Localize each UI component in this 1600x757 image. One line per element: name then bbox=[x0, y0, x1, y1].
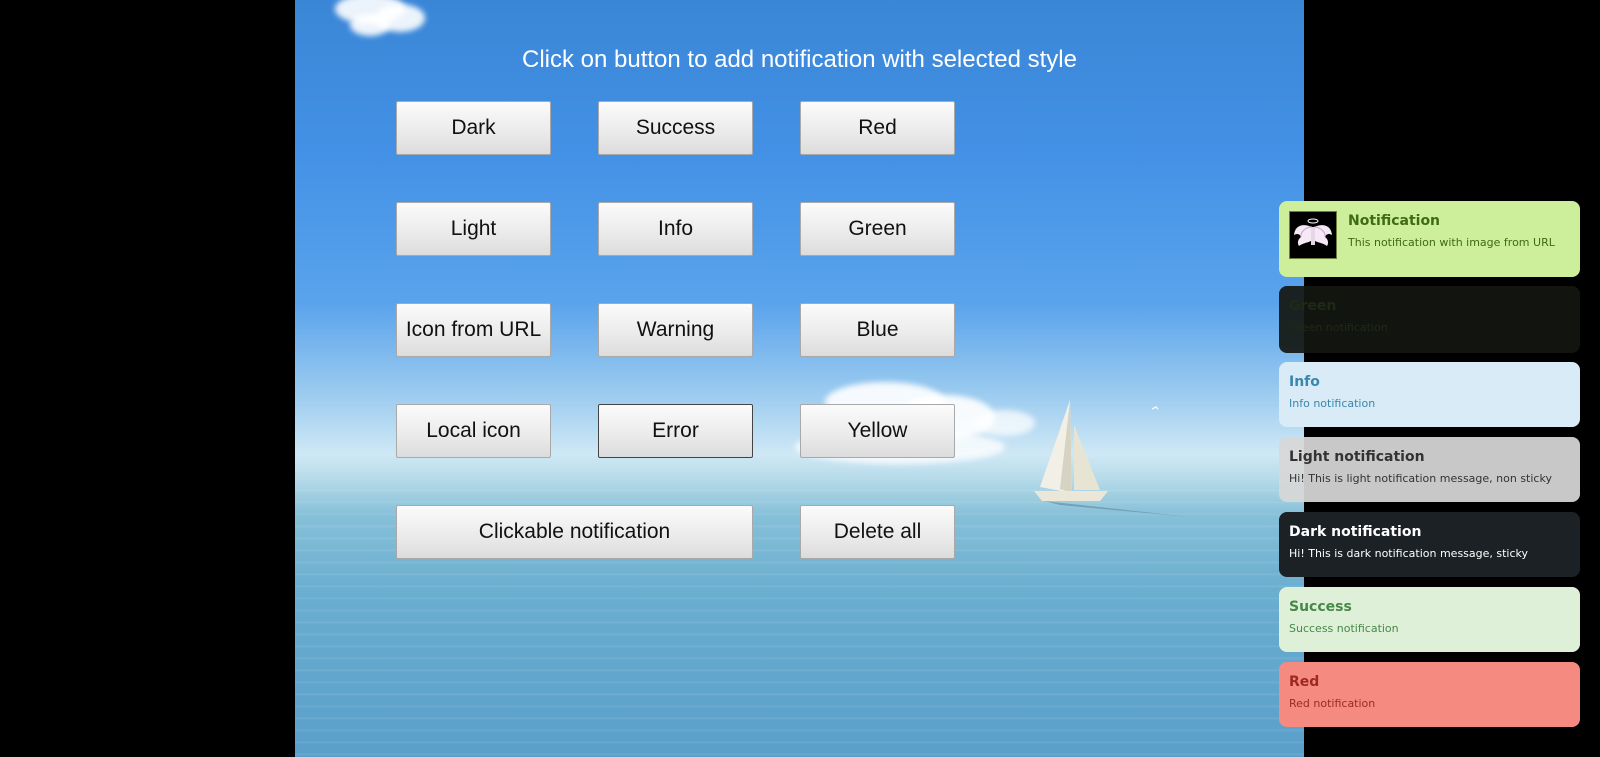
info-button[interactable]: Info bbox=[598, 202, 753, 256]
notification-title: Info bbox=[1289, 374, 1320, 390]
light-button[interactable]: Light bbox=[396, 202, 551, 256]
notification-message: Red notification bbox=[1289, 697, 1376, 710]
red-button[interactable]: Red bbox=[800, 101, 955, 155]
notification-info[interactable]: Info Info notification bbox=[1279, 362, 1580, 427]
notification-title: Dark notification bbox=[1289, 524, 1422, 540]
notification-message: Info notification bbox=[1289, 397, 1376, 410]
notification-title: Green bbox=[1289, 298, 1337, 314]
notification-dark[interactable]: Dark notification Hi! This is dark notif… bbox=[1279, 512, 1580, 577]
notification-title: Light notification bbox=[1289, 449, 1425, 465]
clickable-notification-button[interactable]: Clickable notification bbox=[396, 505, 753, 559]
notification-message: Success notification bbox=[1289, 622, 1399, 635]
blue-button[interactable]: Blue bbox=[800, 303, 955, 357]
page-heading: Click on button to add notification with… bbox=[522, 46, 1077, 73]
notification-message: Hi! This is dark notification message, s… bbox=[1289, 547, 1529, 560]
success-button[interactable]: Success bbox=[598, 101, 753, 155]
notification-success[interactable]: Success Success notification bbox=[1279, 587, 1580, 652]
notification-image[interactable]: Notification This notification with imag… bbox=[1279, 201, 1580, 277]
notification-message: Hi! This is light notification message, … bbox=[1289, 472, 1552, 485]
notification-title: Red bbox=[1289, 674, 1320, 690]
cloud bbox=[975, 410, 1035, 436]
notification-green[interactable]: Green Green notification bbox=[1279, 286, 1580, 353]
notification-light[interactable]: Light notification Hi! This is light not… bbox=[1279, 437, 1580, 502]
icon-from-url-button[interactable]: Icon from URL bbox=[396, 303, 551, 357]
notification-title: Notification bbox=[1348, 213, 1441, 229]
notification-message: Green notification bbox=[1289, 321, 1388, 334]
warning-button[interactable]: Warning bbox=[598, 303, 753, 357]
notification-image-body: Notification This notification with imag… bbox=[1348, 211, 1555, 267]
delete-all-button[interactable]: Delete all bbox=[800, 505, 955, 559]
sailboat-icon bbox=[1034, 400, 1190, 517]
notification-red[interactable]: Red Red notification bbox=[1279, 662, 1580, 727]
cloud bbox=[350, 14, 390, 36]
local-icon-button[interactable]: Local icon bbox=[396, 404, 551, 458]
angel-wings-icon bbox=[1289, 211, 1337, 259]
yellow-button[interactable]: Yellow bbox=[800, 404, 955, 458]
notification-title: Success bbox=[1289, 599, 1352, 615]
notification-message: This notification with image from URL bbox=[1348, 236, 1555, 249]
dark-button[interactable]: Dark bbox=[396, 101, 551, 155]
green-button[interactable]: Green bbox=[800, 202, 955, 256]
error-button[interactable]: Error bbox=[598, 404, 753, 458]
